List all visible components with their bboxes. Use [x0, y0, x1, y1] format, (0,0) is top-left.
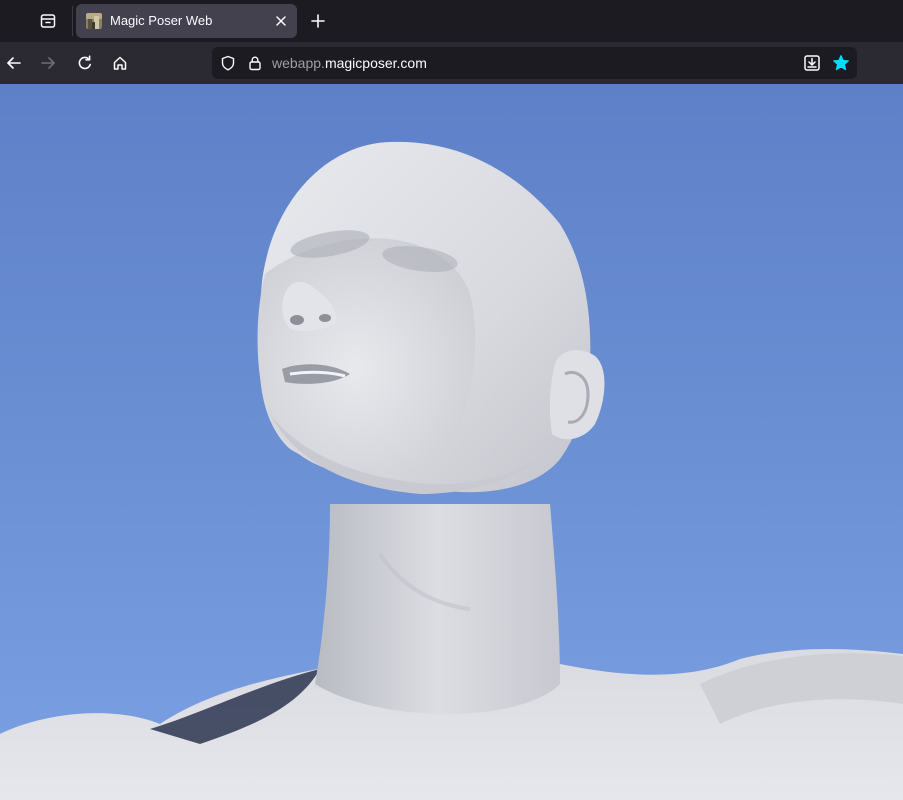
- close-tab-button[interactable]: [271, 11, 291, 31]
- shield-icon: [221, 55, 235, 71]
- url-subdomain: webapp.: [272, 55, 325, 71]
- reload-icon: [78, 55, 91, 70]
- tracking-protection-button[interactable]: [218, 53, 238, 73]
- forward-button[interactable]: [34, 49, 62, 77]
- mannequin-neck: [315, 504, 560, 714]
- tab-separator: [72, 6, 73, 36]
- navigation-toolbar: webapp.magicposer.com: [0, 42, 903, 84]
- home-button[interactable]: [106, 49, 134, 77]
- home-icon: [113, 56, 127, 70]
- reload-button[interactable]: [71, 49, 99, 77]
- back-button[interactable]: [0, 49, 28, 77]
- tab-list-button[interactable]: [30, 7, 66, 35]
- magic-poser-favicon: [86, 13, 102, 29]
- close-icon: [276, 16, 286, 26]
- url-domain: magicposer.com: [324, 55, 427, 71]
- lock-icon: [249, 56, 261, 71]
- url-text[interactable]: webapp.magicposer.com: [272, 55, 427, 71]
- star-icon: [833, 55, 849, 71]
- tab-strip: Magic Poser Web: [0, 0, 903, 42]
- site-info-button[interactable]: [245, 53, 265, 73]
- bookmark-button[interactable]: [830, 52, 852, 74]
- magic-poser-3d-viewport[interactable]: [0, 84, 903, 800]
- address-bar[interactable]: webapp.magicposer.com: [212, 47, 857, 79]
- plus-icon: [311, 14, 325, 28]
- tab-title: Magic Poser Web: [110, 13, 213, 28]
- tab-list-icon: [40, 14, 56, 28]
- save-to-pocket-button[interactable]: [801, 52, 823, 74]
- tab-magic-poser[interactable]: Magic Poser Web: [76, 4, 297, 38]
- download-icon: [804, 55, 820, 71]
- arrow-right-icon: [41, 57, 55, 69]
- mannequin-model[interactable]: [0, 84, 903, 800]
- new-tab-button[interactable]: [304, 7, 332, 35]
- mannequin-ear: [549, 350, 605, 440]
- arrow-left-icon: [7, 57, 21, 69]
